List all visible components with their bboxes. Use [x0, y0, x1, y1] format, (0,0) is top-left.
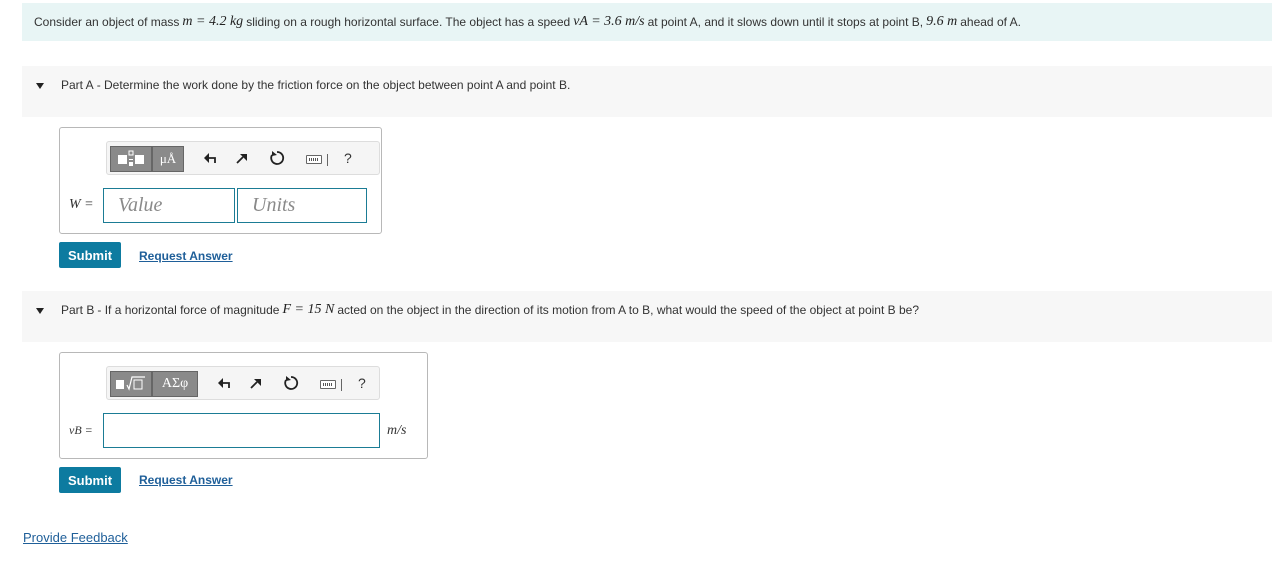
templates-icon [116, 376, 145, 391]
units-symbols-button[interactable]: μÅ [152, 146, 184, 172]
keyboard-icon[interactable] [320, 380, 336, 389]
undo-icon[interactable] [201, 149, 219, 167]
w-label: W = [69, 197, 94, 212]
part-a-answer-box: μÅ ? W = [59, 127, 382, 234]
part-a-header[interactable]: Part A - Determine the work done by the … [22, 66, 1272, 117]
force-equation: F = 15 N [282, 302, 335, 317]
help-icon[interactable]: ? [358, 375, 366, 391]
part-a-request-answer-link[interactable]: Request Answer [139, 249, 233, 263]
value-input[interactable] [103, 188, 235, 223]
part-a-title: Part A [61, 78, 94, 92]
intro-text-3: at point A, and it slows down until it s… [647, 15, 924, 29]
part-b-title: Part B [61, 303, 95, 317]
vb-label: vB = [69, 423, 93, 437]
math-toolbar: ΑΣφ ? [106, 366, 380, 400]
math-toolbar: μÅ ? [106, 141, 380, 175]
units-input[interactable] [237, 188, 367, 223]
templates-button[interactable] [110, 146, 152, 172]
undo-icon[interactable] [215, 374, 233, 392]
redo-icon[interactable] [233, 149, 251, 167]
part-b-question-2: acted on the object in the direction of … [337, 303, 920, 317]
mass-equation: m = 4.2 kg [182, 14, 244, 29]
part-b-answer-box: ΑΣφ ? vB = m/s [59, 352, 428, 459]
toolbar-divider [327, 154, 328, 166]
templates-button[interactable] [110, 371, 152, 397]
collapse-caret-icon[interactable] [36, 308, 44, 314]
part-a-question: - Determine the work done by the frictio… [96, 78, 571, 92]
intro-text-2: sliding on a rough horizontal surface. T… [246, 15, 571, 29]
intro-text-1: Consider an object of mass [34, 15, 180, 29]
speed-equation: vA = 3.6 m/s [573, 14, 645, 29]
part-b-request-answer-link[interactable]: Request Answer [139, 473, 233, 487]
reset-icon[interactable] [268, 149, 286, 167]
part-b-header[interactable]: Part B - If a horizontal force of magnit… [22, 291, 1272, 342]
keyboard-icon[interactable] [306, 155, 322, 164]
collapse-caret-icon[interactable] [36, 83, 44, 89]
help-icon[interactable]: ? [344, 150, 352, 166]
part-b-submit-button[interactable]: Submit [59, 467, 121, 493]
part-b-question-1: - If a horizontal force of magnitude [97, 303, 280, 317]
unit-label: m/s [387, 423, 407, 438]
part-a-submit-button[interactable]: Submit [59, 242, 121, 268]
provide-feedback-link[interactable]: Provide Feedback [23, 530, 128, 545]
distance-equation: 9.6 m [926, 14, 958, 29]
reset-icon[interactable] [282, 374, 300, 392]
speed-input[interactable] [103, 413, 380, 448]
redo-icon[interactable] [247, 374, 265, 392]
problem-statement: Consider an object of mass m = 4.2 kg sl… [22, 3, 1272, 41]
templates-icon [118, 150, 144, 166]
intro-text-4: ahead of A. [960, 15, 1021, 29]
toolbar-divider [341, 379, 342, 391]
greek-symbols-button[interactable]: ΑΣφ [152, 371, 198, 397]
